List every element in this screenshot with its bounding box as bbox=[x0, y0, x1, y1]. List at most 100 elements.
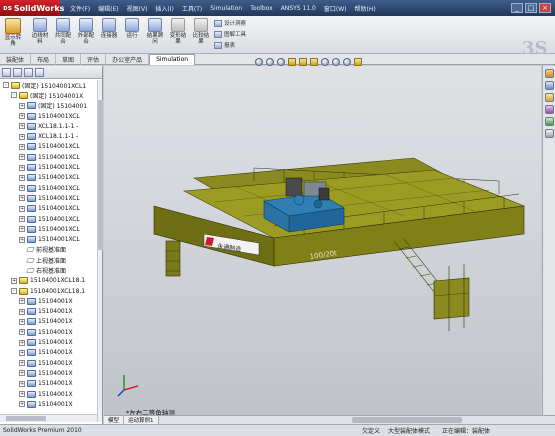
tree-item[interactable]: +15104001X bbox=[0, 348, 102, 358]
menu-edit[interactable]: 编辑(E) bbox=[94, 4, 122, 13]
appearances-icon[interactable] bbox=[544, 117, 554, 126]
tree-horizontal-scrollbar[interactable] bbox=[0, 414, 97, 422]
tab-evaluate[interactable]: 评估 bbox=[81, 54, 107, 65]
solidworks-logo[interactable]: ᴅs SolidWorks bbox=[0, 0, 64, 16]
expand-toggle-icon[interactable]: + bbox=[19, 102, 25, 109]
expand-toggle-icon[interactable]: + bbox=[19, 360, 25, 367]
cmd-button-6[interactable]: 结果顾问 bbox=[145, 18, 165, 45]
expand-toggle-icon[interactable]: + bbox=[19, 391, 25, 398]
expand-toggle-icon[interactable]: + bbox=[19, 205, 25, 212]
tree-item[interactable]: - (固定) 15104001XCL1 bbox=[0, 80, 102, 90]
tree-item[interactable]: +15104001X bbox=[0, 296, 102, 306]
expand-toggle-icon[interactable]: + bbox=[19, 226, 25, 233]
display-style-icon[interactable] bbox=[310, 58, 318, 66]
tab-office-products[interactable]: 办公室产品 bbox=[106, 54, 150, 65]
cmd-button-7[interactable]: 变形结果 bbox=[168, 18, 188, 45]
section-view-icon[interactable] bbox=[288, 58, 296, 66]
tree-item[interactable]: +15104001XCL18.1 bbox=[0, 276, 102, 286]
edit-appearance-icon[interactable] bbox=[332, 58, 340, 66]
tree-item[interactable]: +15104001XCL bbox=[0, 234, 102, 244]
cmd-button-1[interactable]: 边线材料 bbox=[30, 18, 50, 45]
tree-item[interactable]: + XCL18.1.1-1 - bbox=[0, 131, 102, 141]
expand-toggle-icon[interactable]: + bbox=[19, 195, 25, 202]
expand-toggle-icon[interactable]: + bbox=[19, 236, 25, 243]
menu-view[interactable]: 视图(V) bbox=[123, 4, 152, 13]
menu-help[interactable]: 帮助(H) bbox=[350, 4, 379, 13]
tab-sketch[interactable]: 草图 bbox=[56, 54, 82, 65]
view-palette-icon[interactable] bbox=[544, 105, 554, 114]
tree-item[interactable]: 前视基准面 bbox=[0, 245, 102, 255]
cmd-button-2[interactable]: 共同配合 bbox=[53, 18, 73, 45]
tree-item[interactable]: - 15104001XCL18.1 bbox=[0, 286, 102, 296]
plot-tools-button[interactable]: 图解工具 bbox=[214, 30, 246, 38]
tree-item[interactable]: +15104001XCL bbox=[0, 214, 102, 224]
hide-show-items-icon[interactable] bbox=[321, 58, 329, 66]
configuration-manager-tab-icon[interactable] bbox=[24, 68, 33, 77]
expand-toggle-icon[interactable]: + bbox=[19, 349, 25, 356]
tree-item[interactable]: + (固定) 15104001 bbox=[0, 101, 102, 111]
menu-insert[interactable]: 插入(I) bbox=[151, 4, 177, 13]
tab-simulation[interactable]: Simulation bbox=[149, 54, 196, 65]
design-insight-button[interactable]: 设计洞察 bbox=[214, 19, 246, 27]
tree-item[interactable]: +15104001XCL bbox=[0, 142, 102, 152]
tab-assembly[interactable]: 装配体 bbox=[0, 54, 32, 65]
tree-item[interactable]: +15104001X bbox=[0, 327, 102, 337]
tab-layout[interactable]: 布局 bbox=[31, 54, 57, 65]
expand-toggle-icon[interactable]: + bbox=[19, 174, 25, 181]
expand-toggle-icon[interactable]: + bbox=[19, 329, 25, 336]
cmd-button-3[interactable]: 外部配合 bbox=[76, 18, 96, 45]
tab-model[interactable]: 模型 bbox=[104, 416, 125, 424]
tree-item[interactable]: 上视基准面 bbox=[0, 255, 102, 265]
crane-model[interactable]: 永通制造 100/20t bbox=[104, 66, 541, 415]
tree-item[interactable]: +15104001X bbox=[0, 358, 102, 368]
expand-toggle-icon[interactable]: + bbox=[19, 216, 25, 222]
apply-scene-icon[interactable] bbox=[343, 58, 351, 66]
expand-toggle-icon[interactable]: + bbox=[19, 298, 25, 305]
tree-item[interactable]: 右视基准面 bbox=[0, 265, 102, 275]
tree-item[interactable]: +15104001X bbox=[0, 307, 102, 317]
custom-properties-icon[interactable] bbox=[544, 129, 554, 138]
tree-item[interactable]: +15104001X bbox=[0, 399, 102, 409]
design-library-icon[interactable] bbox=[544, 81, 554, 90]
tree-item[interactable]: +15104001XCL bbox=[0, 183, 102, 193]
tree-item[interactable]: +15104001X bbox=[0, 317, 102, 327]
menu-simulation[interactable]: Simulation bbox=[206, 5, 246, 12]
file-explorer-icon[interactable] bbox=[544, 93, 554, 102]
report-button[interactable]: 报表 bbox=[214, 41, 235, 49]
tree-item[interactable]: +15104001XCL bbox=[0, 111, 102, 121]
tree-item[interactable]: + XCL18.1.1-1 - bbox=[0, 121, 102, 131]
cmd-button-8[interactable]: 比较结果 bbox=[191, 18, 211, 45]
graphics-area[interactable]: 永通制造 100/20t *左右二等角轴测 bbox=[104, 66, 541, 415]
expand-toggle-icon[interactable]: + bbox=[19, 401, 25, 408]
feature-tree-tab-icon[interactable] bbox=[2, 68, 11, 77]
expand-toggle-icon[interactable]: + bbox=[19, 318, 25, 325]
expand-toggle-icon[interactable]: + bbox=[19, 133, 25, 140]
previous-view-icon[interactable] bbox=[277, 58, 285, 66]
tree-item[interactable]: +15104001XCL bbox=[0, 224, 102, 234]
expand-toggle-icon[interactable]: + bbox=[19, 380, 25, 387]
tree-scroll-thumb[interactable] bbox=[98, 100, 103, 250]
expand-toggle-icon[interactable]: + bbox=[19, 370, 25, 377]
expand-toggle-icon[interactable]: + bbox=[19, 164, 25, 171]
expand-toggle-icon[interactable]: + bbox=[19, 123, 25, 130]
tree-item[interactable]: +15104001X bbox=[0, 379, 102, 389]
tab-motion-study[interactable]: 运动算例1 bbox=[124, 416, 159, 424]
tree-item[interactable]: +15104001X bbox=[0, 337, 102, 347]
expand-toggle-icon[interactable]: + bbox=[19, 113, 25, 120]
tree-item[interactable]: +15104001X bbox=[0, 389, 102, 399]
cmd-button-5[interactable]: 运行 bbox=[122, 18, 142, 39]
tree-item[interactable]: - (固定) 15104001X bbox=[0, 90, 102, 100]
close-button[interactable]: × bbox=[539, 3, 551, 13]
tree-vertical-scrollbar[interactable] bbox=[97, 80, 103, 422]
expand-toggle-icon[interactable]: + bbox=[19, 154, 25, 161]
zoom-fit-icon[interactable] bbox=[255, 58, 263, 66]
cmd-button-4[interactable]: 连接器 bbox=[99, 18, 119, 39]
dimxpert-tab-icon[interactable] bbox=[35, 68, 44, 77]
property-manager-tab-icon[interactable] bbox=[13, 68, 22, 77]
menu-toolbox[interactable]: Toolbox bbox=[246, 5, 277, 12]
expand-toggle-icon[interactable]: - bbox=[3, 82, 9, 89]
view-orientation-icon[interactable] bbox=[299, 58, 307, 66]
menu-tools[interactable]: 工具(T) bbox=[178, 4, 206, 13]
menu-window[interactable]: 窗口(W) bbox=[320, 4, 351, 13]
tree-item[interactable]: +15104001XCL bbox=[0, 152, 102, 162]
